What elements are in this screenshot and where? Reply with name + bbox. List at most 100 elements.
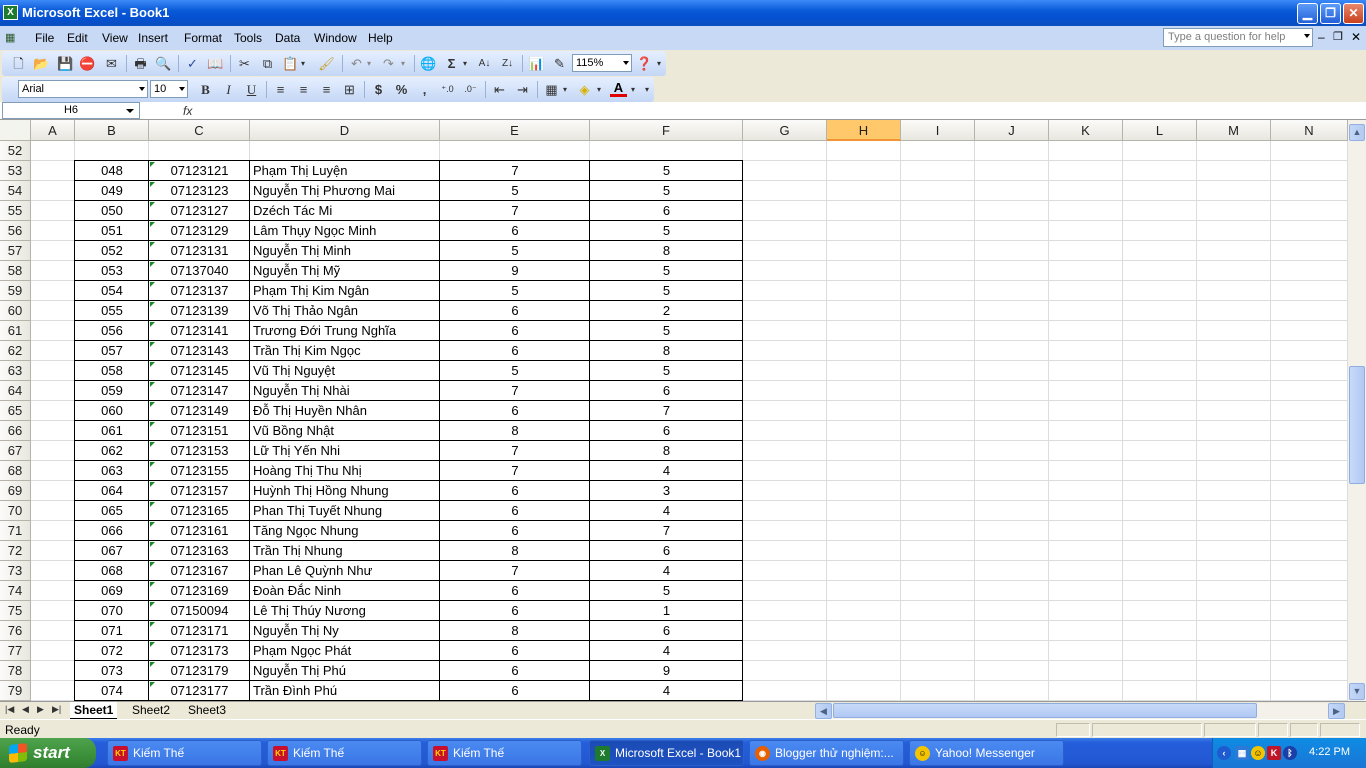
bold-button[interactable]: B [197, 81, 214, 98]
align-left-icon[interactable]: ≡ [272, 81, 289, 98]
currency-icon[interactable]: $ [370, 81, 387, 98]
toolbar-options-icon[interactable]: ▾ [642, 81, 652, 98]
name-cell[interactable]: Nguyễn Thị Phú [250, 661, 440, 681]
row-header[interactable]: 70 [0, 501, 31, 521]
student-id-cell[interactable]: 07123169 [149, 581, 250, 601]
stt-cell[interactable]: 059 [75, 381, 149, 401]
chevron-down-icon[interactable] [179, 87, 185, 91]
align-right-icon[interactable]: ≡ [318, 81, 335, 98]
menu-data[interactable]: Data [275, 31, 300, 45]
stt-cell[interactable]: 052 [75, 241, 149, 261]
score-e-cell[interactable]: 8 [440, 541, 590, 561]
name-cell[interactable]: Nguyễn Thị Ny [250, 621, 440, 641]
help-icon[interactable]: ❓ [636, 55, 653, 72]
name-cell[interactable]: Phan Thị Tuyết Nhung [250, 501, 440, 521]
stt-cell[interactable]: 070 [75, 601, 149, 621]
score-e-cell[interactable]: 7 [440, 381, 590, 401]
stt-cell[interactable]: 063 [75, 461, 149, 481]
first-sheet-icon[interactable]: |◀ [5, 704, 14, 715]
score-f-cell[interactable]: 5 [590, 581, 743, 601]
insert-function-icon[interactable]: fx [183, 104, 192, 118]
student-id-cell[interactable]: 07123139 [149, 301, 250, 321]
copy-icon[interactable]: ⧉ [259, 55, 276, 72]
print-preview-icon[interactable]: 🔍 [155, 55, 172, 72]
student-id-cell[interactable]: 07123149 [149, 401, 250, 421]
menu-format[interactable]: Format [184, 31, 222, 45]
comma-style-icon[interactable]: , [416, 81, 433, 98]
zoom-select[interactable]: 115% [572, 54, 632, 72]
scroll-left-icon[interactable]: ◀ [815, 703, 832, 719]
stt-cell[interactable]: 071 [75, 621, 149, 641]
stt-cell[interactable]: 053 [75, 261, 149, 281]
column-header-e[interactable]: E [440, 120, 590, 141]
underline-button[interactable]: U [243, 81, 260, 98]
name-cell[interactable]: Trần Thị Nhung [250, 541, 440, 561]
borders-icon[interactable]: ▦ [543, 81, 560, 98]
row-header[interactable]: 72 [0, 541, 31, 561]
score-f-cell[interactable]: 6 [590, 421, 743, 441]
row-header[interactable]: 56 [0, 221, 31, 241]
student-id-cell[interactable]: 07123131 [149, 241, 250, 261]
score-f-cell[interactable]: 7 [590, 521, 743, 541]
paste-icon[interactable]: 📋 [282, 55, 299, 72]
column-header-k[interactable]: K [1049, 120, 1123, 141]
format-painter-icon[interactable]: 🖌 [318, 55, 335, 72]
student-id-cell[interactable]: 07123147 [149, 381, 250, 401]
name-box[interactable]: H6 [2, 102, 140, 119]
score-f-cell[interactable]: 5 [590, 321, 743, 341]
fill-color-icon[interactable]: ◈ [576, 81, 593, 98]
undo-icon[interactable]: ↶ [348, 55, 365, 72]
stt-cell[interactable]: 065 [75, 501, 149, 521]
stt-cell[interactable]: 054 [75, 281, 149, 301]
stt-cell[interactable]: 049 [75, 181, 149, 201]
name-cell[interactable]: Hoàng Thị Thu Nhị [250, 461, 440, 481]
column-header-n[interactable]: N [1271, 120, 1348, 141]
row-header[interactable]: 76 [0, 621, 31, 641]
email-icon[interactable]: ✉ [103, 55, 120, 72]
student-id-cell[interactable]: 07123153 [149, 441, 250, 461]
stt-cell[interactable]: 061 [75, 421, 149, 441]
row-header[interactable]: 54 [0, 181, 31, 201]
tray-arrow-icon[interactable]: ‹ [1217, 746, 1231, 760]
print-icon[interactable]: 🖶 [132, 55, 149, 72]
name-cell[interactable]: Lê Thị Thúy Nương [250, 601, 440, 621]
menu-window[interactable]: Window [314, 31, 357, 45]
column-header-f[interactable]: F [590, 120, 743, 141]
column-header-b[interactable]: B [75, 120, 149, 141]
stt-cell[interactable]: 050 [75, 201, 149, 221]
decrease-decimal-icon[interactable]: .0⁻ [462, 81, 479, 98]
stt-cell[interactable]: 056 [75, 321, 149, 341]
vertical-scroll-thumb[interactable] [1349, 366, 1365, 484]
menu-file[interactable]: File [35, 31, 54, 45]
name-cell[interactable]: Nguyễn Thị Nhài [250, 381, 440, 401]
percent-icon[interactable]: % [393, 81, 410, 98]
student-id-cell[interactable]: 07123179 [149, 661, 250, 681]
paste-dropdown-icon[interactable]: ▾ [298, 55, 308, 72]
redo-icon[interactable]: ↷ [380, 55, 397, 72]
name-cell[interactable]: Trần Đình Phú [250, 681, 440, 701]
student-id-cell[interactable]: 07123127 [149, 201, 250, 221]
score-e-cell[interactable]: 7 [440, 441, 590, 461]
student-id-cell[interactable]: 07123137 [149, 281, 250, 301]
row-header[interactable]: 59 [0, 281, 31, 301]
doc-restore-button[interactable]: ❐ [1333, 30, 1343, 43]
sort-ascending-icon[interactable]: A↓ [476, 55, 493, 72]
row-header[interactable]: 57 [0, 241, 31, 261]
row-header[interactable]: 73 [0, 561, 31, 581]
tab-sheet2[interactable]: Sheet2 [128, 702, 174, 719]
score-e-cell[interactable]: 6 [440, 481, 590, 501]
row-header[interactable]: 63 [0, 361, 31, 381]
drawing-icon[interactable]: ✎ [551, 55, 568, 72]
row-header[interactable]: 71 [0, 521, 31, 541]
student-id-cell[interactable]: 07123161 [149, 521, 250, 541]
score-e-cell[interactable]: 5 [440, 281, 590, 301]
student-id-cell[interactable]: 07123165 [149, 501, 250, 521]
horizontal-scrollbar[interactable]: ◀ ▶ [815, 703, 1345, 719]
row-header[interactable]: 53 [0, 161, 31, 181]
redo-dropdown-icon[interactable]: ▾ [398, 55, 408, 72]
taskbar-item[interactable]: X Microsoft Excel - Book1 [589, 740, 744, 766]
student-id-cell[interactable]: 07123129 [149, 221, 250, 241]
student-id-cell[interactable]: 07123145 [149, 361, 250, 381]
score-f-cell[interactable]: 8 [590, 241, 743, 261]
student-id-cell[interactable]: 07123143 [149, 341, 250, 361]
